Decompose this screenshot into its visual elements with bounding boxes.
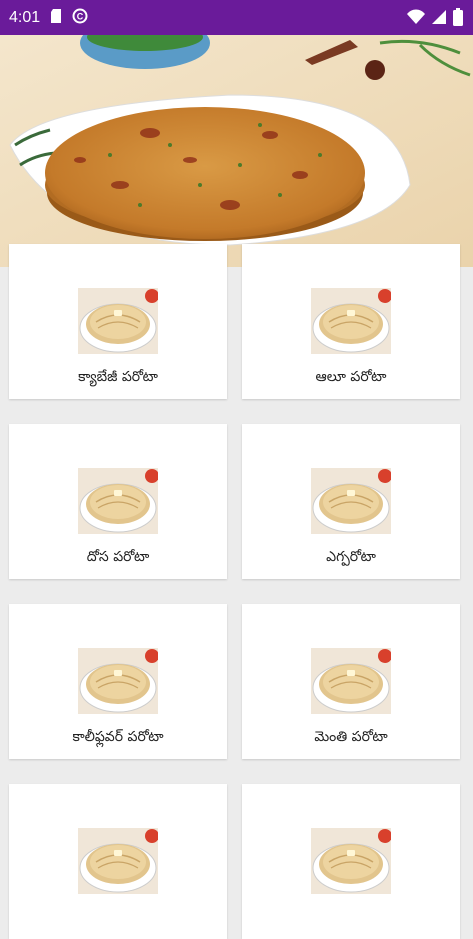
recipe-card[interactable]: క్యాబేజీ పరోటా [9, 244, 227, 399]
status-time: 4:01 [9, 8, 41, 26]
hero-paratha-image [0, 35, 473, 267]
recipe-title: కాలీఫ్లవర్ పరోటా [72, 729, 164, 745]
paratha-thumbnail [78, 828, 159, 894]
paratha-thumbnail [78, 288, 159, 354]
paratha-thumbnail [311, 828, 392, 894]
paratha-thumbnail [78, 468, 159, 534]
cell-signal-icon [431, 9, 447, 29]
battery-icon [453, 8, 463, 30]
recipe-card[interactable] [242, 784, 460, 939]
status-bar: 4:01 C [0, 0, 473, 35]
recipe-card[interactable]: మెంతి పరోటా [242, 604, 460, 759]
recipe-card[interactable] [9, 784, 227, 939]
recipe-card[interactable]: ఎగ్పరోటా [242, 424, 460, 579]
recipe-title: దోస పరోటా [86, 549, 150, 565]
recipe-card[interactable]: దోస పరోటా [9, 424, 227, 579]
wifi-icon [407, 9, 425, 29]
recipe-card[interactable]: ఆలూ పరోటా [242, 244, 460, 399]
paratha-thumbnail [311, 288, 392, 354]
paratha-thumbnail [311, 648, 392, 714]
sd-card-icon [50, 8, 62, 28]
svg-text:C: C [77, 11, 84, 21]
recipe-title: ఎగ్పరోటా [326, 549, 376, 565]
sync-icon: C [72, 8, 88, 28]
recipe-card[interactable]: కాలీఫ్లవర్ పరోటా [9, 604, 227, 759]
recipe-title: మెంతి పరోటా [314, 729, 388, 745]
recipe-title: క్యాబేజీ పరోటా [78, 369, 158, 385]
paratha-thumbnail [311, 468, 392, 534]
recipe-title: ఆలూ పరోటా [315, 369, 387, 385]
paratha-thumbnail [78, 648, 159, 714]
